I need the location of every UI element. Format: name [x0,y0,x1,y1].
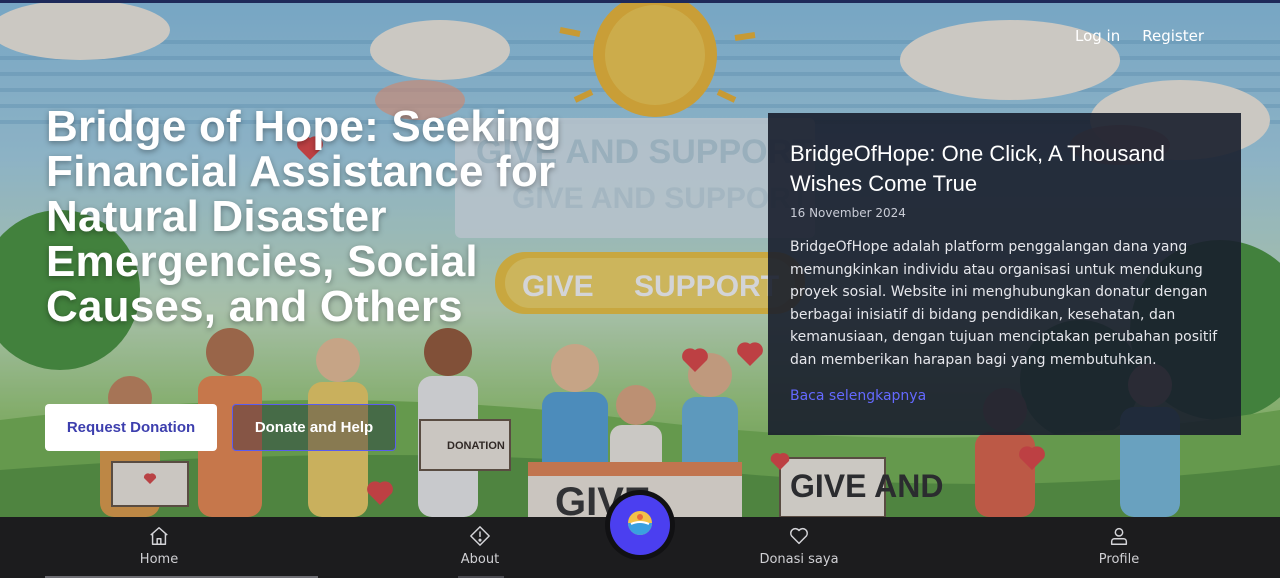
top-border [0,0,1280,3]
nav-label-donasi-saya: Donasi saya [759,552,839,567]
login-link[interactable]: Log in [1075,27,1120,45]
nav-item-profile[interactable]: Profile [1039,517,1199,578]
nav-label-profile: Profile [1098,552,1140,567]
read-more-link[interactable]: Baca selengkapnya [790,388,926,404]
fab-inner [610,495,670,555]
nav-item-about[interactable]: About [400,517,560,578]
hero-headline: Bridge of Hope: Seeking Financial Assist… [46,102,562,331]
globe-logo-icon [626,509,654,541]
nav-label-about: About [460,552,500,567]
news-card: BridgeOfHope: One Click, A Thousand Wish… [768,113,1241,435]
card-title: BridgeOfHope: One Click, A Thousand Wish… [790,141,1166,196]
card-date: 16 November 2024 [790,206,906,220]
nav-item-donasi-saya[interactable]: Donasi saya [719,517,879,578]
center-action-button[interactable] [605,490,675,560]
user-icon [1108,525,1130,547]
request-donation-button[interactable]: Request Donation [45,404,217,451]
home-icon [148,525,170,547]
nav-item-home[interactable]: Home [79,517,239,578]
auth-links: Log in Register [1075,27,1204,45]
donate-and-help-button[interactable]: Donate and Help [232,404,396,451]
register-link[interactable]: Register [1142,27,1204,45]
info-diamond-icon [469,525,491,547]
heart-icon [788,525,810,547]
nav-label-home: Home [139,552,179,567]
card-body: BridgeOfHope adalah platform penggalanga… [790,239,1218,368]
